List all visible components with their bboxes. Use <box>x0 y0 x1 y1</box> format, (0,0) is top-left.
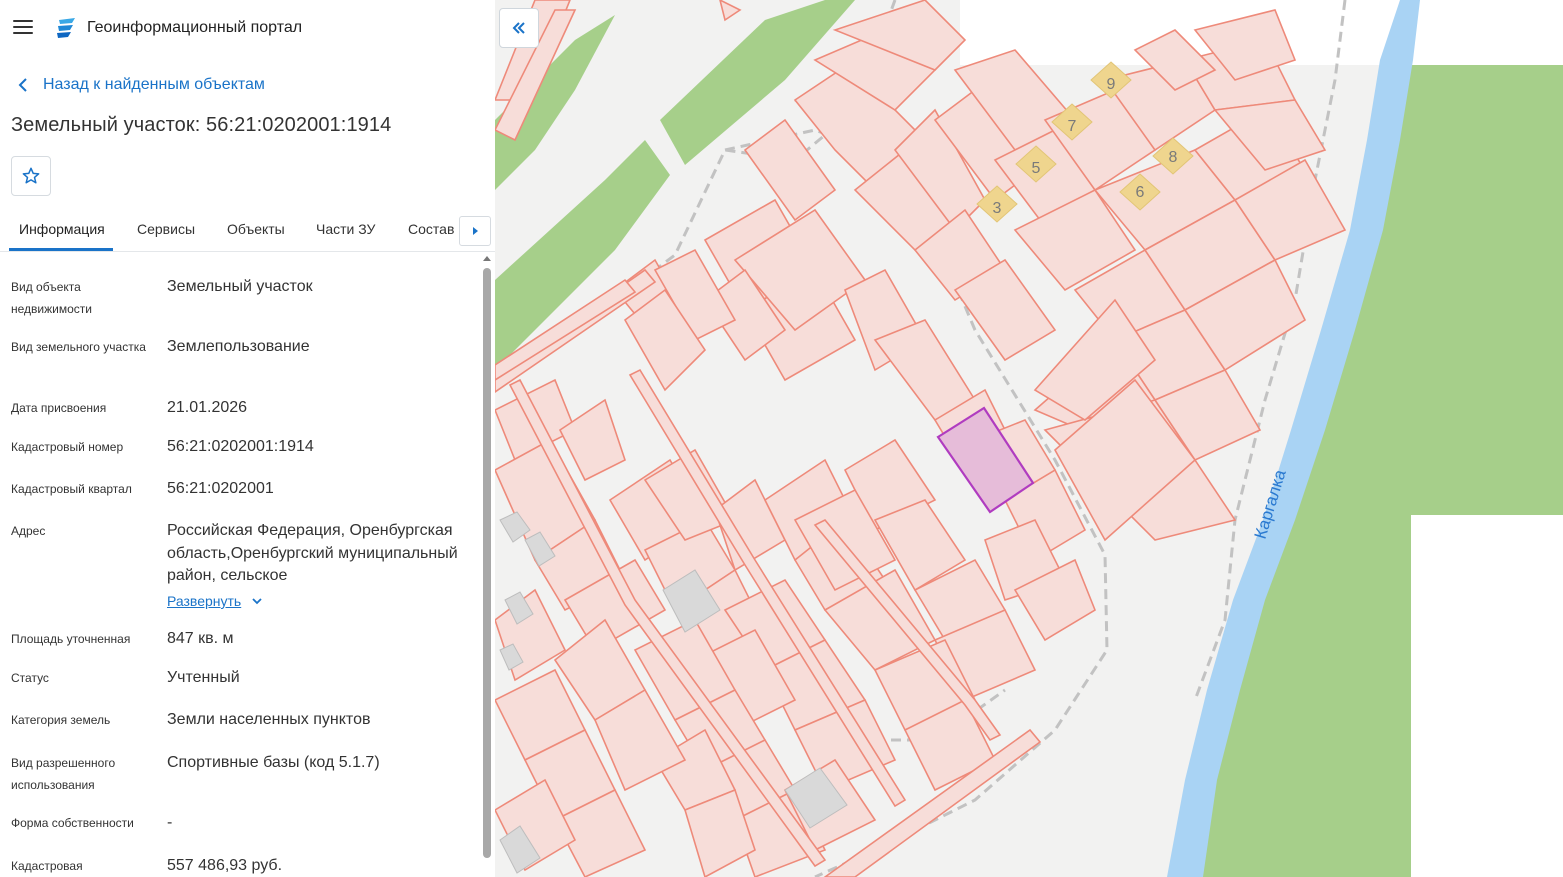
info-list: Вид объекта недвижимости Земельный участ… <box>0 252 480 877</box>
info-value: 847 кв. м <box>167 630 234 647</box>
info-label: Вид объекта недвижимости <box>11 280 92 316</box>
building-number: 3 <box>993 200 1002 217</box>
page-title: Земельный участок: 56:21:0202001:1914 <box>11 114 392 136</box>
info-label: Кадастровая <box>11 859 83 873</box>
double-chevron-left-icon <box>512 22 525 34</box>
scrollbar-thumb[interactable] <box>483 268 491 858</box>
tab-parts[interactable]: Части ЗУ <box>316 221 375 237</box>
info-label: Форма собственности <box>11 816 134 830</box>
info-label: Категория земель <box>11 713 111 727</box>
building-number: 9 <box>1107 76 1116 93</box>
top-bar: Геоинформационный портал <box>0 0 495 56</box>
back-to-results-link[interactable]: Назад к найденным объектам <box>14 74 265 96</box>
info-panel: Геоинформационный портал Назад к найденн… <box>0 0 495 877</box>
back-link-label: Назад к найденным объектам <box>43 76 265 93</box>
map-view[interactable]: Каргалка 9 7 5 8 3 6 <box>495 0 1563 877</box>
chevron-left-icon <box>18 78 27 92</box>
info-label: Адрес <box>11 524 46 538</box>
building-number: 5 <box>1032 160 1041 177</box>
info-label: Статус <box>11 671 49 685</box>
info-value: Земельный участок <box>167 278 313 295</box>
info-value: 56:21:0202001:1914 <box>167 438 314 455</box>
portal-logo-icon[interactable] <box>55 17 79 39</box>
tab-services[interactable]: Сервисы <box>137 221 195 237</box>
info-label: Дата присвоения <box>11 401 107 415</box>
info-label: Кадастровый квартал <box>11 482 132 496</box>
tab-information[interactable]: Информация <box>19 221 105 237</box>
hamburger-menu-icon[interactable] <box>13 20 33 36</box>
info-value: - <box>167 814 173 831</box>
tabs-scroll-right-button[interactable] <box>459 216 491 246</box>
chevron-down-icon <box>252 598 262 605</box>
info-value: Учтенный <box>167 669 240 686</box>
info-label: Кадастровый номер <box>11 440 124 454</box>
tab-objects[interactable]: Объекты <box>227 221 285 237</box>
tab-bar: Информация Сервисы Объекты Части ЗУ Сост… <box>0 206 495 252</box>
collapse-panel-button[interactable] <box>499 8 539 48</box>
info-value: 56:21:0202001 <box>167 480 274 497</box>
building-number: 6 <box>1136 184 1145 201</box>
info-value: 557 486,93 руб. <box>167 857 283 874</box>
building-number: 8 <box>1169 149 1178 166</box>
info-value: Землепользование <box>167 338 310 355</box>
caret-right-icon <box>473 227 478 235</box>
info-label: Вид разрешенного использования <box>11 756 116 792</box>
expand-address-link[interactable]: Развернуть <box>167 593 263 609</box>
info-value: Российская Федерация, Оренбургская облас… <box>167 522 458 584</box>
app-title[interactable]: Геоинформационный портал <box>87 19 302 37</box>
info-value: 21.01.2026 <box>167 399 248 416</box>
star-outline-icon <box>22 167 40 184</box>
favorite-button[interactable] <box>11 156 51 196</box>
expand-label: Развернуть <box>167 593 242 609</box>
building-number: 7 <box>1068 118 1077 135</box>
tab-composition[interactable]: Состав <box>408 221 454 237</box>
map-canvas[interactable]: Каргалка 9 7 5 8 3 6 <box>495 0 1563 877</box>
info-label: Вид земельного участка <box>11 340 146 354</box>
info-label: Площадь уточненная <box>11 632 131 646</box>
active-tab-indicator <box>9 248 113 251</box>
info-value: Спортивные базы (код 5.1.7) <box>167 754 380 771</box>
scroll-up-arrow-icon[interactable] <box>483 256 491 261</box>
info-value: Земли населенных пунктов <box>167 711 371 728</box>
